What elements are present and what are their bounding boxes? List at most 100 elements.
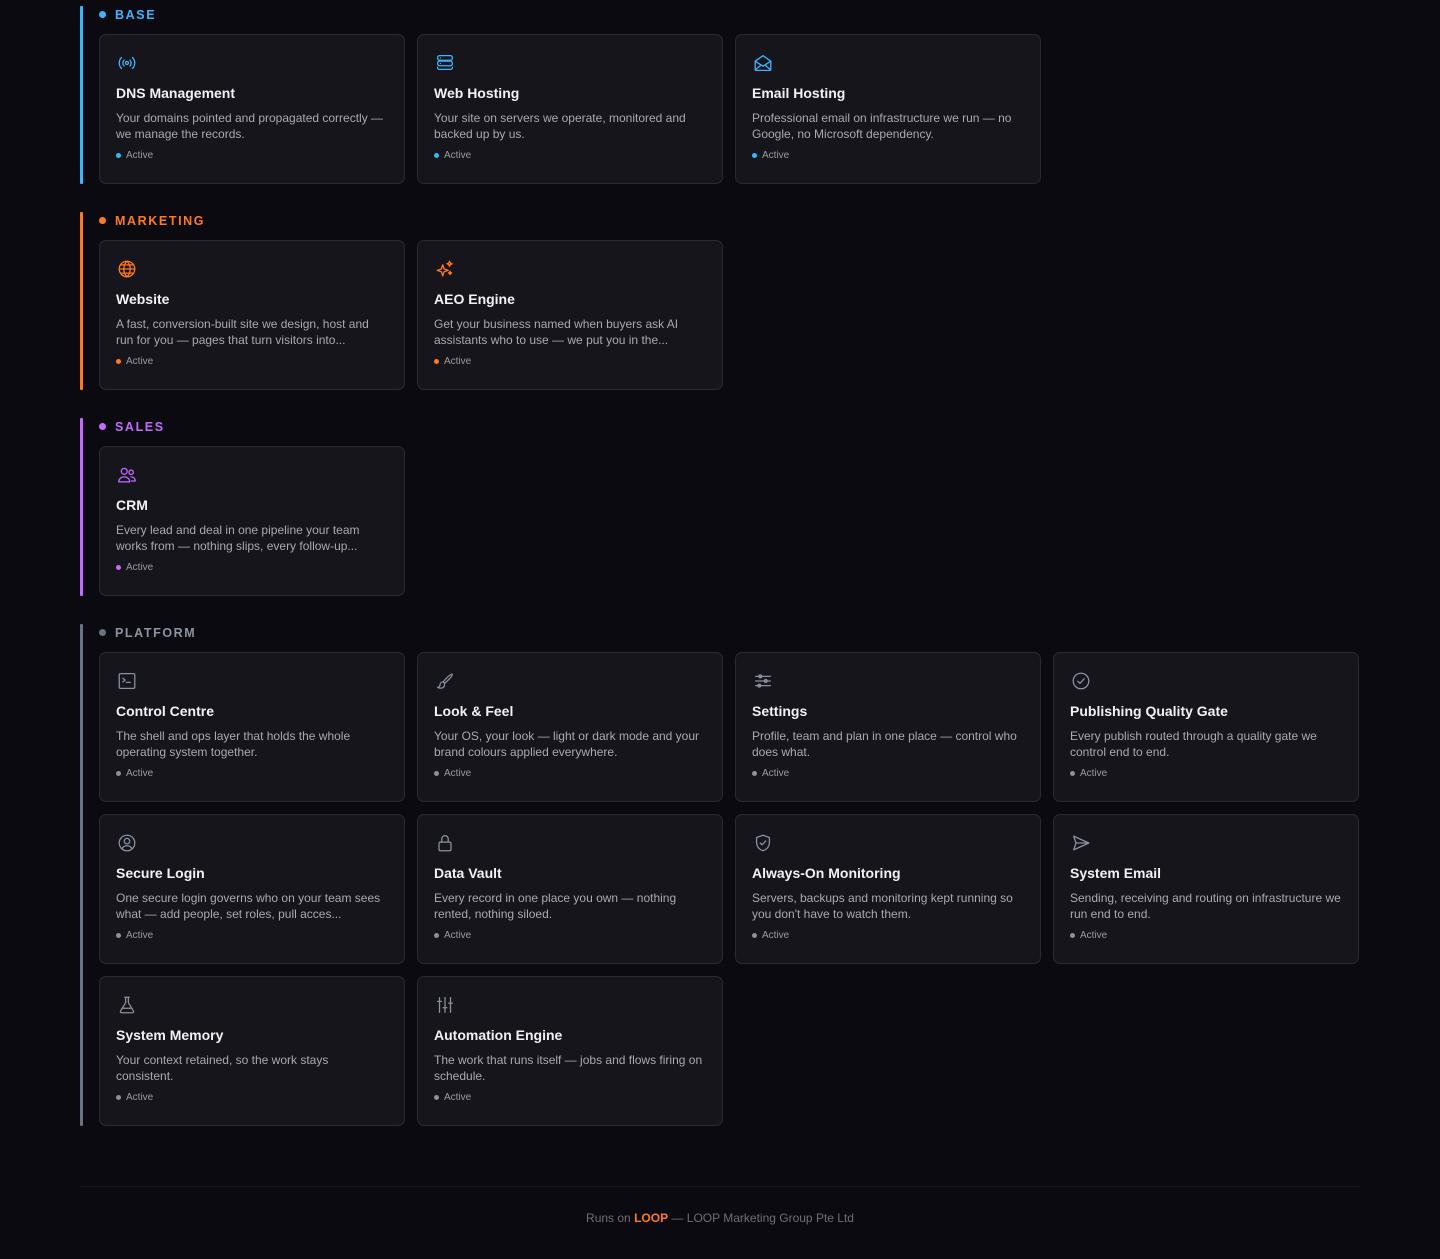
- status-badge: Active: [434, 150, 706, 161]
- footer-brand-link[interactable]: LOOP: [634, 1211, 668, 1225]
- status-label: Active: [762, 930, 790, 941]
- section-accent-bar: [80, 418, 83, 596]
- card-title: CRM: [116, 497, 148, 513]
- shield-check-icon: [752, 832, 774, 854]
- section-sales: SALES CRM Every lead and deal in one pipel…: [80, 412, 1370, 596]
- section-header: SALES: [99, 412, 1370, 441]
- card-title: Look & Feel: [434, 703, 514, 719]
- status-badge: Active: [116, 562, 388, 573]
- status-badge: Active: [752, 930, 1024, 941]
- module-card-look-feel[interactable]: Look & Feel Your OS, your look — light or…: [417, 652, 723, 802]
- section-label: BASE: [115, 7, 157, 22]
- module-card-system-email[interactable]: System Email Sending, receiving and routi…: [1053, 814, 1359, 964]
- status-label: Active: [444, 356, 472, 367]
- status-label: Active: [126, 150, 154, 161]
- card-title: DNS Management: [116, 85, 236, 101]
- status-badge: Active: [116, 930, 388, 941]
- server-stack-icon: [434, 52, 456, 74]
- card-grid: Website A fast, conversion-built site we …: [99, 235, 1370, 390]
- status-label: Active: [444, 930, 472, 941]
- status-badge: Active: [752, 150, 1024, 161]
- status-badge: Active: [116, 768, 388, 779]
- status-badge: Active: [752, 768, 1024, 779]
- sparkles-icon: [434, 258, 456, 280]
- broadcast-icon: [116, 52, 138, 74]
- status-badge: Active: [116, 150, 388, 161]
- card-title: System Email: [1070, 865, 1162, 881]
- card-description: Every publish routed through a quality g…: [1070, 729, 1317, 759]
- module-card-website[interactable]: Website A fast, conversion-built site we …: [99, 240, 405, 390]
- status-label: Active: [126, 930, 154, 941]
- status-badge: Active: [434, 930, 706, 941]
- lock-icon: [434, 832, 456, 854]
- module-card-settings[interactable]: Settings Profile, team and plan in one pl…: [735, 652, 1041, 802]
- footer-divider: [80, 1186, 1360, 1187]
- card-title: Website: [116, 291, 170, 307]
- sections-container: BASE DNS Management Your domains pointed a…: [80, 0, 1370, 1148]
- status-label: Active: [1080, 930, 1108, 941]
- section-label: SALES: [115, 419, 165, 434]
- status-label: Active: [444, 768, 472, 779]
- card-description: Your domains pointed and propagated corr…: [116, 111, 384, 141]
- terminal-icon: [116, 670, 138, 692]
- card-title: Secure Login: [116, 865, 205, 881]
- module-card-automation-engine[interactable]: Automation Engine The work that runs itse…: [417, 976, 723, 1126]
- card-description: Your site on servers we operate, monitor…: [434, 111, 686, 141]
- status-label: Active: [1080, 768, 1108, 779]
- status-dot: [116, 771, 121, 776]
- paper-plane-icon: [1070, 832, 1092, 854]
- status-label: Active: [762, 150, 790, 161]
- section-header: BASE: [99, 0, 1370, 29]
- module-card-dns-management[interactable]: DNS Management Your domains pointed and p…: [99, 34, 405, 184]
- status-dot: [116, 933, 121, 938]
- paintbrush-icon: [434, 670, 456, 692]
- card-grid: CRM Every lead and deal in one pipeline y…: [99, 441, 1370, 596]
- adjustments-icon: [434, 994, 456, 1016]
- card-description: A fast, conversion-built site we design,…: [116, 317, 369, 347]
- module-card-system-memory[interactable]: System Memory Your context retained, so t…: [99, 976, 405, 1126]
- status-badge: Active: [434, 768, 706, 779]
- module-card-always-on-monitoring[interactable]: Always-On Monitoring Servers, backups and…: [735, 814, 1041, 964]
- footer-suffix: — LOOP Marketing Group Pte Ltd: [671, 1211, 854, 1225]
- section-label: PLATFORM: [115, 625, 197, 640]
- section-header: PLATFORM: [99, 618, 1370, 647]
- card-description: Sending, receiving and routing on infras…: [1070, 891, 1341, 921]
- card-description: Professional email on infrastructure we …: [752, 111, 1012, 141]
- status-dot: [752, 771, 757, 776]
- card-description: Get your business named when buyers ask …: [434, 317, 679, 347]
- user-circle-icon: [116, 832, 138, 854]
- module-card-email-hosting[interactable]: Email Hosting Professional email on infra…: [735, 34, 1041, 184]
- status-label: Active: [762, 768, 790, 779]
- section-accent-bar: [80, 624, 83, 1126]
- module-card-data-vault[interactable]: Data Vault Every record in one place you …: [417, 814, 723, 964]
- status-badge: Active: [434, 356, 706, 367]
- status-badge: Active: [116, 356, 388, 367]
- status-dot: [752, 933, 757, 938]
- section-accent-bar: [80, 212, 83, 390]
- status-label: Active: [126, 768, 154, 779]
- card-description: The shell and ops layer that holds the w…: [116, 729, 351, 759]
- module-card-control-centre[interactable]: Control Centre The shell and ops layer th…: [99, 652, 405, 802]
- status-label: Active: [126, 356, 154, 367]
- module-card-crm[interactable]: CRM Every lead and deal in one pipeline y…: [99, 446, 405, 596]
- status-label: Active: [126, 562, 154, 573]
- section-header: MARKETING: [99, 206, 1370, 235]
- card-title: Publishing Quality Gate: [1070, 703, 1228, 719]
- section-marketing: MARKETING Website A fast, conversion-built…: [80, 206, 1370, 390]
- section-dot: [99, 217, 106, 224]
- footer-prefix: Runs on: [586, 1211, 631, 1225]
- module-card-aeo-engine[interactable]: AEO Engine Get your business named when b…: [417, 240, 723, 390]
- module-card-secure-login[interactable]: Secure Login One secure login governs who…: [99, 814, 405, 964]
- status-dot: [434, 153, 439, 158]
- beaker-icon: [116, 994, 138, 1016]
- footer: Runs on LOOP — LOOP Marketing Group Pte …: [0, 1211, 1440, 1225]
- module-card-publishing-quality-gate[interactable]: Publishing Quality Gate Every publish rou…: [1053, 652, 1359, 802]
- card-grid: DNS Management Your domains pointed and p…: [99, 29, 1370, 184]
- card-description: Servers, backups and monitoring kept run…: [752, 891, 1013, 921]
- status-badge: Active: [116, 1092, 388, 1103]
- module-card-web-hosting[interactable]: Web Hosting Your site on servers we opera…: [417, 34, 723, 184]
- status-dot: [752, 153, 757, 158]
- card-title: Control Centre: [116, 703, 214, 719]
- users-icon: [116, 464, 138, 486]
- section-platform: PLATFORM Control Centre The shell and ops …: [80, 618, 1370, 1126]
